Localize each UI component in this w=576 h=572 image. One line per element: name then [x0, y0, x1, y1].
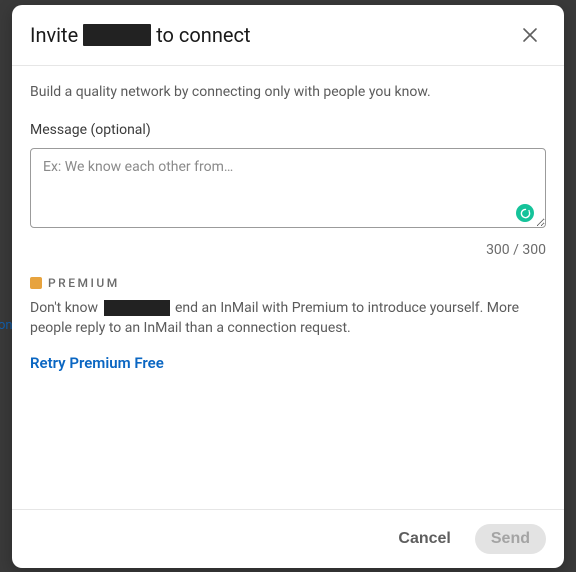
send-button[interactable]: Send — [475, 524, 546, 554]
modal-header: Invite to connect — [12, 5, 564, 66]
background-link-hint: on — [0, 318, 13, 333]
premium-header: PREMIUM — [30, 276, 546, 290]
close-button[interactable] — [514, 19, 546, 51]
retry-premium-link[interactable]: Retry Premium Free — [30, 354, 164, 372]
title-prefix: Invite — [30, 23, 78, 47]
premium-desc-prefix: Don't know — [30, 300, 98, 316]
char-counter: 300 / 300 — [30, 242, 546, 258]
modal-body: Build a quality network by connecting on… — [12, 66, 564, 509]
invite-modal: Invite to connect Build a quality networ… — [12, 5, 564, 568]
redacted-name — [83, 24, 151, 46]
message-label: Message (optional) — [30, 122, 546, 138]
modal-footer: Cancel Send — [12, 509, 564, 568]
cancel-button[interactable]: Cancel — [382, 524, 466, 554]
premium-description: Don't know end an InMail with Premium to… — [30, 298, 546, 339]
redacted-name-small — [104, 300, 170, 316]
modal-title: Invite to connect — [30, 23, 250, 47]
subhead-text: Build a quality network by connecting on… — [30, 84, 546, 100]
message-field-wrap — [30, 148, 546, 232]
grammarly-icon[interactable] — [516, 204, 534, 222]
title-suffix: to connect — [156, 23, 250, 47]
premium-label: PREMIUM — [48, 276, 120, 290]
message-input[interactable] — [30, 148, 546, 228]
close-icon — [520, 25, 540, 45]
premium-badge-icon — [30, 277, 42, 289]
